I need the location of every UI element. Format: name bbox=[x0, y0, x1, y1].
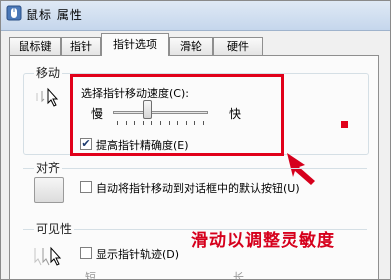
pointer-speed-icon bbox=[36, 87, 59, 107]
snap-to-default-checkbox[interactable] bbox=[80, 181, 92, 193]
snap-to-icon bbox=[34, 177, 64, 203]
tab-buttons[interactable]: 鼠标键 bbox=[9, 37, 61, 55]
pointer-trails-label[interactable]: 显示指针轨迹(D) bbox=[96, 246, 179, 262]
tab-pointers[interactable]: 指针 bbox=[61, 37, 101, 55]
trails-short-label: 短 bbox=[85, 271, 96, 280]
title-bar[interactable]: 鼠标 属性 bbox=[1, 1, 390, 31]
highlight-box bbox=[70, 74, 284, 156]
snap-title: 对齐 bbox=[34, 159, 63, 176]
pointer-trails-checkbox[interactable] bbox=[80, 247, 92, 259]
motion-title: 移动 bbox=[34, 64, 63, 81]
snap-group-line bbox=[23, 168, 367, 169]
visibility-title: 可见性 bbox=[34, 220, 75, 237]
tab-wheel[interactable]: 滑轮 bbox=[169, 37, 213, 55]
red-marker bbox=[341, 121, 348, 128]
tab-pointer-options[interactable]: 指针选项 bbox=[101, 33, 169, 56]
annotation-text: 滑动以调整灵敏度 bbox=[191, 231, 335, 251]
snap-to-default-label[interactable]: 自动将指针移动到对话框中的默认按钮(U) bbox=[96, 180, 300, 196]
mouse-icon bbox=[6, 5, 22, 21]
tab-hardware[interactable]: 硬件 bbox=[213, 37, 263, 55]
trails-long-label: 长 bbox=[233, 271, 244, 280]
pointer-trails-icon bbox=[34, 246, 62, 266]
tab-strip: 鼠标键 指针 指针选项 滑轮 硬件 bbox=[9, 33, 379, 56]
mouse-properties-window: 鼠标 属性 鼠标键 指针 指针选项 滑轮 硬件 移动 选择指针移动速度(C): … bbox=[0, 0, 391, 280]
window-title: 鼠标 属性 bbox=[26, 8, 83, 22]
